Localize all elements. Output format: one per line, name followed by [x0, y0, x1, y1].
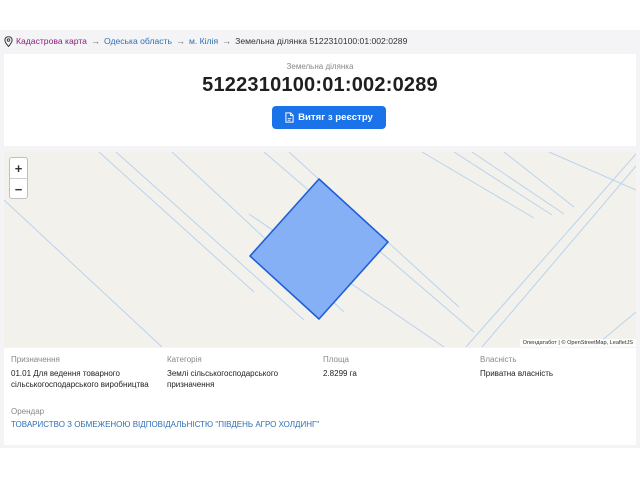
- page-title: 5122310100:01:002:0289: [202, 74, 438, 96]
- purpose-field: Призначення 01.01 Для ведення товарного …: [11, 355, 161, 390]
- tenant-label: Орендар: [11, 407, 45, 416]
- breadcrumb-separator: →: [222, 36, 232, 46]
- ownership-field: Власність Приватна власність: [480, 355, 630, 379]
- header-card: Земельна ділянка 5122310100:01:002:0289 …: [4, 54, 636, 146]
- registry-extract-button[interactable]: Витяг з реєстру: [272, 106, 386, 129]
- ownership-label: Власність: [480, 355, 517, 364]
- map-attribution: Опендатабот | © OpenStreetMap, LeafletJS: [519, 339, 636, 347]
- purpose-value-line: 01.01 Для ведення товарного: [11, 369, 120, 378]
- category-field: Категорія Землі сільськогосподарського п…: [167, 355, 317, 390]
- category-value-line: призначення: [167, 380, 215, 389]
- zoom-in-button[interactable]: +: [10, 158, 27, 178]
- map-view[interactable]: + − Опендатабот | © OpenStreetMap, Leafl…: [4, 152, 636, 347]
- area-field: Площа 2.8299 га: [323, 355, 473, 379]
- purpose-label: Призначення: [11, 355, 60, 364]
- land-parcel-polygon: [249, 178, 389, 320]
- category-value-line: Землі сільськогосподарського: [167, 369, 279, 378]
- document-icon: [285, 112, 294, 123]
- area-label: Площа: [323, 355, 349, 364]
- map-pin-icon: [4, 35, 13, 47]
- category-value: Землі сільськогосподарського призначення: [167, 368, 317, 390]
- parcel-details-card: Призначення 01.01 Для ведення товарного …: [4, 348, 636, 445]
- zoom-control: + −: [9, 157, 28, 199]
- tenant-link[interactable]: ТОВАРИСТВО З ОБМЕЖЕНОЮ ВІДПОВІДАЛЬНІСТЮ …: [11, 420, 319, 429]
- purpose-value: 01.01 Для ведення товарного сільськогосп…: [11, 368, 161, 390]
- breadcrumb-current: Земельна ділянка 5122310100:01:002:0289: [235, 36, 408, 46]
- registry-extract-button-label: Витяг з реєстру: [298, 112, 373, 123]
- breadcrumb-link-city[interactable]: м. Кілія: [189, 36, 218, 46]
- zoom-out-button[interactable]: −: [10, 178, 27, 199]
- tenant-field: Орендар ТОВАРИСТВО З ОБМЕЖЕНОЮ ВІДПОВІДА…: [11, 407, 319, 429]
- breadcrumb-separator: →: [90, 36, 100, 46]
- category-label: Категорія: [167, 355, 202, 364]
- page-subtitle: Земельна ділянка: [286, 62, 354, 71]
- map-canvas: [4, 152, 636, 347]
- breadcrumb-link-region[interactable]: Одеська область: [104, 36, 172, 46]
- breadcrumb: Кадастрова карта → Одеська область → м. …: [4, 34, 407, 48]
- breadcrumb-link-cadastral-map[interactable]: Кадастрова карта: [16, 36, 87, 46]
- purpose-value-line: сільськогосподарського виробництва: [11, 380, 149, 389]
- breadcrumb-separator: →: [175, 36, 185, 46]
- ownership-value: Приватна власність: [480, 369, 554, 378]
- area-value: 2.8299 га: [323, 369, 357, 378]
